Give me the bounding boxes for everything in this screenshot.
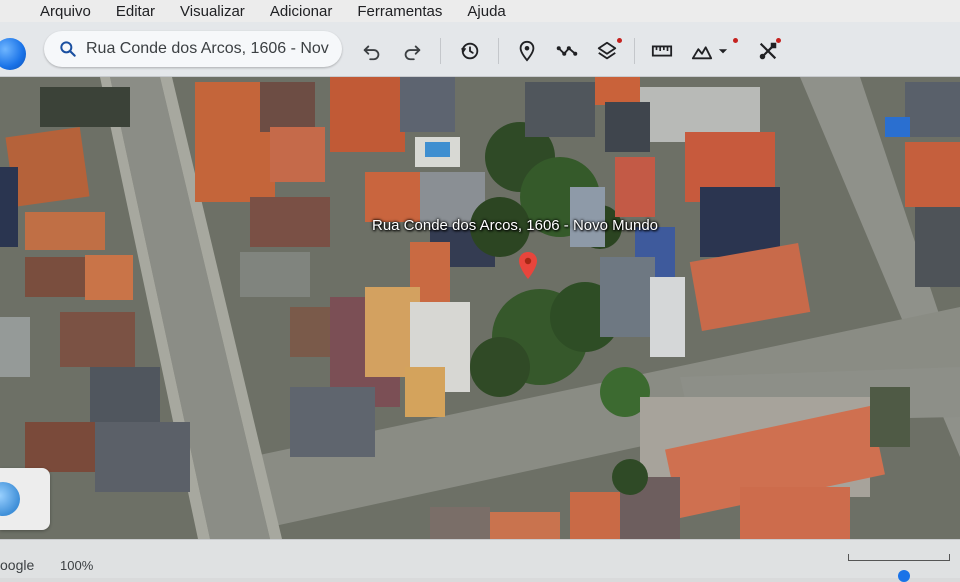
location-pin-icon[interactable]: [518, 252, 538, 280]
elevation-dropdown[interactable]: [716, 39, 730, 63]
redo-icon: [404, 45, 421, 61]
undo-button[interactable]: [360, 39, 384, 63]
satellite-imagery: [0, 77, 960, 539]
menu-ferramentas[interactable]: Ferramentas: [357, 3, 442, 20]
google-earth-logo: [0, 38, 26, 70]
layers-notification-dot: [617, 38, 622, 43]
scale-bar: [848, 554, 950, 561]
status-bar: oogle 100%: [0, 539, 960, 582]
map-view[interactable]: Rua Conde dos Arcos, 1606 - Novo Mundo: [0, 77, 960, 539]
historical-imagery-button[interactable]: [458, 39, 482, 63]
toolbar-separator: [498, 38, 499, 64]
search-icon[interactable]: [58, 39, 78, 59]
undo-icon: [363, 45, 380, 61]
add-path-button[interactable]: [555, 39, 579, 63]
toolbar-separator: [634, 38, 635, 64]
elevation-notification-dot: [733, 38, 738, 43]
search-input[interactable]: [86, 40, 336, 58]
menu-arquivo[interactable]: Arquivo: [40, 3, 91, 20]
tools-notification-dot: [776, 38, 781, 43]
path-icon: [556, 46, 578, 56]
globe-icon[interactable]: [0, 482, 20, 516]
placemark-icon: [519, 40, 535, 62]
elevation-profile-icon: [691, 46, 713, 60]
menu-bar: Arquivo Editar Visualizar Adicionar Ferr…: [0, 0, 960, 22]
hide-sidebar-icon: [759, 42, 777, 60]
toolbar: [0, 22, 960, 77]
status-indicator-icon: [898, 570, 910, 582]
elevation-profile-button[interactable]: [690, 39, 714, 63]
layers-icon: [597, 41, 617, 60]
add-placemark-button[interactable]: [515, 39, 539, 63]
menu-visualizar[interactable]: Visualizar: [180, 3, 245, 20]
historical-imagery-icon: [461, 42, 479, 60]
menu-ajuda[interactable]: Ajuda: [467, 3, 505, 20]
menu-adicionar[interactable]: Adicionar: [270, 3, 333, 20]
toolbar-separator: [440, 38, 441, 64]
redo-button[interactable]: [400, 39, 424, 63]
ruler-icon: [651, 45, 673, 57]
place-label[interactable]: Rua Conde dos Arcos, 1606 - Novo Mundo: [372, 217, 658, 234]
ruler-button[interactable]: [650, 39, 674, 63]
navigation-widget[interactable]: [0, 468, 50, 530]
brand-text: oogle: [0, 557, 35, 573]
search-box[interactable]: [44, 31, 342, 67]
zoom-level: 100%: [60, 558, 94, 573]
layers-button[interactable]: [595, 39, 619, 63]
menu-editar[interactable]: Editar: [116, 3, 155, 20]
caret-down-icon: [718, 49, 728, 54]
